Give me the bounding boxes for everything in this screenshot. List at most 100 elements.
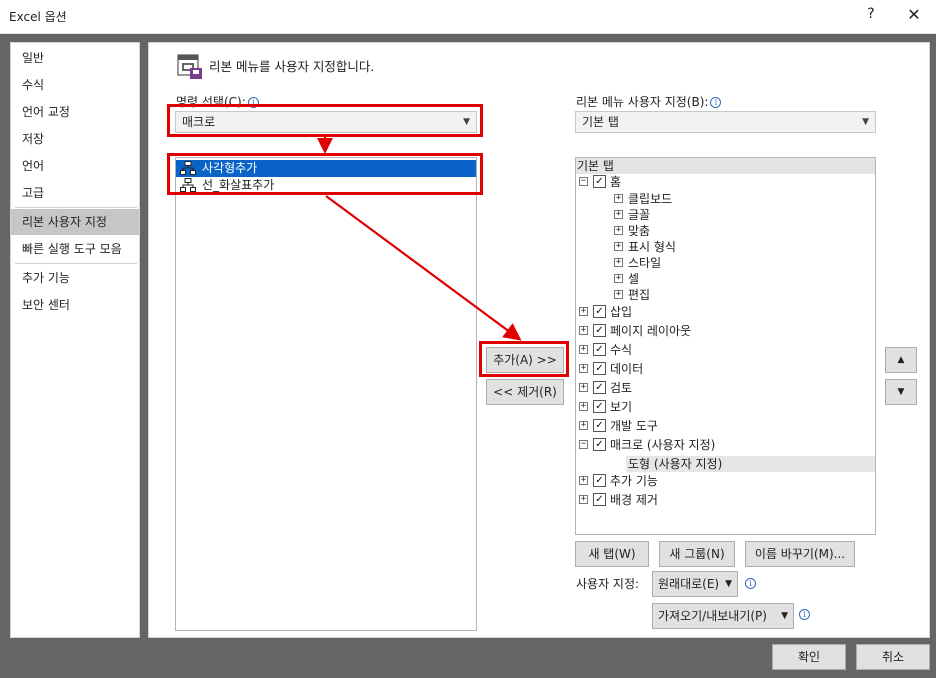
expand-icon[interactable]: + <box>579 421 588 430</box>
tree-item[interactable]: + 맞춤 <box>576 223 875 239</box>
tree-item-label: 개발 도구 <box>610 419 658 433</box>
list-item-command[interactable]: 사각형추가 <box>176 160 476 177</box>
tree-item[interactable]: + 클립보드 <box>576 191 875 207</box>
customize-ribbon-combo[interactable]: 기본 탭 ▼ <box>575 111 876 133</box>
tree-item-label: 데이터 <box>610 362 644 376</box>
ribbon-tree[interactable]: 기본 탭 − ✓ 홈 + 클립보드 + 글꼴 + 맞춤 + 표시 형식 + 스타일 + 셀 + 편… <box>575 157 876 535</box>
nav-item-trust-center[interactable]: 보안 센터 <box>11 292 139 318</box>
commands-list[interactable]: 사각형추가 선_화살표추가 <box>175 157 477 631</box>
move-down-button[interactable]: ▼ <box>885 379 917 405</box>
tree-item[interactable]: + 표시 형식 <box>576 239 875 255</box>
command-label: 선_화살표추가 <box>202 178 275 192</box>
new-tab-button[interactable]: 새 탭(W) <box>575 541 649 567</box>
checkbox[interactable]: ✓ <box>593 400 606 413</box>
tree-item-label: 스타일 <box>628 256 662 270</box>
tree-item[interactable]: + ✓ 삽입 <box>576 304 875 320</box>
expand-icon[interactable]: + <box>579 402 588 411</box>
expand-icon[interactable]: + <box>579 476 588 485</box>
choose-commands-combo[interactable]: 매크로 ▼ <box>175 111 477 133</box>
expand-icon[interactable]: + <box>614 226 623 235</box>
checkbox[interactable]: ✓ <box>593 493 606 506</box>
chevron-down-icon: ▼ <box>463 117 470 127</box>
customize-ribbon-label: 리본 메뉴 사용자 지정(B): i <box>576 93 722 110</box>
expand-icon[interactable]: + <box>579 326 588 335</box>
move-up-button[interactable]: ▲ <box>885 347 917 373</box>
nav-item-formulas[interactable]: 수식 <box>11 72 139 98</box>
nav-item-save[interactable]: 저장 <box>11 126 139 152</box>
tree-item[interactable]: + 스타일 <box>576 255 875 271</box>
tree-item-label: 도형 (사용자 지정) <box>628 457 723 471</box>
ok-button[interactable]: 확인 <box>772 644 846 670</box>
expand-icon[interactable]: + <box>614 274 623 283</box>
tree-item-label: 검토 <box>610 381 633 395</box>
customize-ribbon-value: 기본 탭 <box>582 115 619 129</box>
macro-icon <box>180 161 196 175</box>
tree-item[interactable]: + 편집 <box>576 287 875 303</box>
tree-item-label: 추가 기능 <box>610 474 658 488</box>
checkbox[interactable]: ✓ <box>593 474 606 487</box>
collapse-icon[interactable]: − <box>579 177 588 186</box>
list-item-command[interactable]: 선_화살표추가 <box>176 177 476 194</box>
info-icon: i <box>799 609 810 620</box>
tree-item[interactable]: + ✓ 페이지 레이아웃 <box>576 323 875 339</box>
nav-item-quick-access-toolbar[interactable]: 빠른 실행 도구 모음 <box>11 236 139 262</box>
expand-icon[interactable]: + <box>579 383 588 392</box>
tree-item[interactable]: + ✓ 배경 제거 <box>576 492 875 508</box>
checkbox[interactable]: ✓ <box>593 175 606 188</box>
import-export-label: 가져오기/내보내기(P) <box>658 609 767 623</box>
tree-item-selected-group[interactable]: 도형 (사용자 지정) <box>626 456 875 472</box>
options-nav: 일반 수식 언어 교정 저장 언어 고급 리본 사용자 지정 빠른 실행 도구 … <box>10 42 140 638</box>
expand-icon[interactable]: + <box>579 345 588 354</box>
nav-divider <box>15 207 137 208</box>
tree-header: 기본 탭 <box>576 158 875 174</box>
add-button[interactable]: 추가(A) >> <box>486 347 564 373</box>
close-button[interactable]: ✕ <box>900 5 928 29</box>
nav-item-proofing[interactable]: 언어 교정 <box>11 99 139 125</box>
tree-item[interactable]: + ✓ 개발 도구 <box>576 418 875 434</box>
expand-icon[interactable]: + <box>579 307 588 316</box>
nav-item-customize-ribbon[interactable]: 리본 사용자 지정 <box>11 209 139 235</box>
nav-item-general[interactable]: 일반 <box>11 45 139 71</box>
expand-icon[interactable]: + <box>614 290 623 299</box>
expand-icon[interactable]: + <box>579 495 588 504</box>
checkbox[interactable]: ✓ <box>593 419 606 432</box>
tree-item[interactable]: + ✓ 데이터 <box>576 361 875 377</box>
nav-item-add-ins[interactable]: 추가 기능 <box>11 265 139 291</box>
expand-icon[interactable]: + <box>614 258 623 267</box>
collapse-icon[interactable]: − <box>579 440 588 449</box>
expand-icon[interactable]: + <box>614 194 623 203</box>
nav-divider <box>15 263 137 264</box>
nav-item-advanced[interactable]: 고급 <box>11 180 139 206</box>
rename-button[interactable]: 이름 바꾸기(M)... <box>745 541 855 567</box>
choose-commands-label: 명령 선택(C): i <box>176 93 259 110</box>
tree-item[interactable]: + ✓ 보기 <box>576 399 875 415</box>
tree-item[interactable]: − ✓ 홈 <box>576 174 875 190</box>
cancel-button[interactable]: 취소 <box>856 644 930 670</box>
tree-item-label: 수식 <box>610 343 633 357</box>
nav-item-language[interactable]: 언어 <box>11 153 139 179</box>
tree-item-label: 보기 <box>610 400 633 414</box>
checkbox[interactable]: ✓ <box>593 438 606 451</box>
checkbox[interactable]: ✓ <box>593 324 606 337</box>
customize-ribbon-icon <box>177 54 202 79</box>
tree-item[interactable]: + 셀 <box>576 271 875 287</box>
help-button[interactable]: ? <box>860 6 882 28</box>
tree-item[interactable]: + 글꼴 <box>576 207 875 223</box>
expand-icon[interactable]: + <box>614 210 623 219</box>
checkbox[interactable]: ✓ <box>593 343 606 356</box>
remove-button[interactable]: << 제거(R) <box>486 379 564 405</box>
customize-ribbon-panel: 리본 메뉴를 사용자 지정합니다. 명령 선택(C): i 매크로 ▼ 사각형추가 … <box>148 42 930 638</box>
checkbox[interactable]: ✓ <box>593 305 606 318</box>
new-group-button[interactable]: 새 그룹(N) <box>659 541 735 567</box>
tree-item[interactable]: + ✓ 추가 기능 <box>576 473 875 489</box>
checkbox[interactable]: ✓ <box>593 362 606 375</box>
reset-dropdown[interactable]: 원래대로(E) ▼ <box>652 571 738 597</box>
tree-item[interactable]: + ✓ 수식 <box>576 342 875 358</box>
expand-icon[interactable]: + <box>614 242 623 251</box>
import-export-dropdown[interactable]: 가져오기/내보내기(P) ▼ <box>652 603 794 629</box>
macro-icon <box>180 178 196 192</box>
tree-item[interactable]: + ✓ 검토 <box>576 380 875 396</box>
expand-icon[interactable]: + <box>579 364 588 373</box>
tree-item[interactable]: − ✓ 매크로 (사용자 지정) <box>576 437 875 453</box>
checkbox[interactable]: ✓ <box>593 381 606 394</box>
